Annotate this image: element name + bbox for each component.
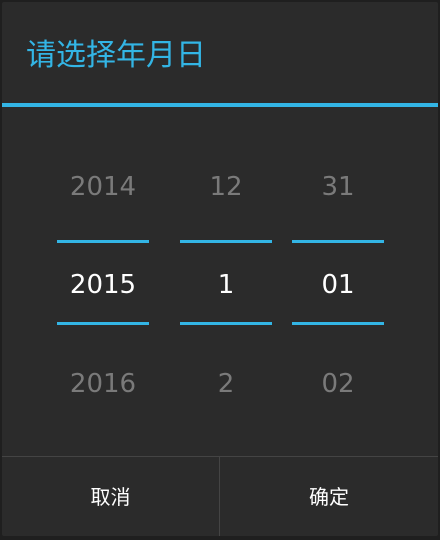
- year-picker[interactable]: 2014 2015 2016: [57, 110, 149, 455]
- month-picker[interactable]: 12 1 2: [180, 110, 272, 455]
- year-selection-line-bottom: [57, 322, 149, 325]
- month-next-value[interactable]: 2: [180, 367, 272, 401]
- day-selection-line-bottom: [292, 322, 384, 325]
- year-next-value[interactable]: 2016: [57, 367, 149, 401]
- day-next-value[interactable]: 02: [292, 367, 384, 401]
- day-selection-line-top: [292, 240, 384, 243]
- year-prev-value[interactable]: 2014: [57, 170, 149, 204]
- cancel-button[interactable]: 取消: [2, 457, 220, 536]
- month-selection-line-top: [180, 240, 272, 243]
- year-selection-line-top: [57, 240, 149, 243]
- dialog-title: 请选择年月日: [26, 38, 206, 73]
- month-selection-line-bottom: [180, 322, 272, 325]
- day-current-value[interactable]: 01: [292, 268, 384, 302]
- day-prev-value[interactable]: 31: [292, 170, 384, 204]
- date-picker-dialog: 请选择年月日 2014 2015 2016 12 1 2 31 01 02 取消…: [2, 2, 438, 536]
- confirm-button[interactable]: 确定: [220, 457, 438, 536]
- year-current-value[interactable]: 2015: [57, 268, 149, 302]
- dialog-button-bar: 取消 确定: [2, 456, 438, 536]
- day-picker[interactable]: 31 01 02: [292, 110, 384, 455]
- month-prev-value[interactable]: 12: [180, 170, 272, 204]
- month-current-value[interactable]: 1: [180, 268, 272, 302]
- title-divider: [2, 103, 438, 107]
